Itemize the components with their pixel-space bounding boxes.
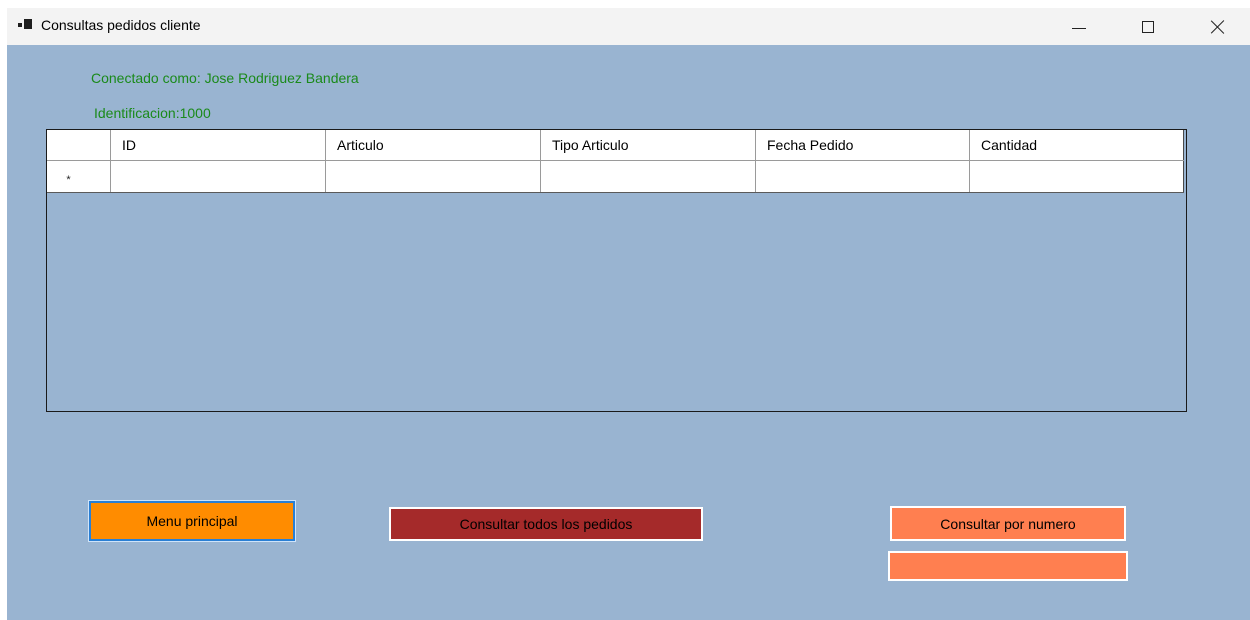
new-row-cell-id[interactable] <box>111 161 326 192</box>
order-number-input[interactable] <box>888 551 1128 581</box>
form-window: Consultas pedidos cliente Conectado como… <box>7 8 1250 620</box>
new-row-header[interactable]: * <box>47 161 111 192</box>
column-header-articulo[interactable]: Articulo <box>326 130 541 160</box>
main-menu-button[interactable]: Menu principal <box>88 500 296 542</box>
column-header-cantidad[interactable]: Cantidad <box>970 130 1184 160</box>
new-row-cell-tipo-articulo[interactable] <box>541 161 756 192</box>
maximize-button[interactable] <box>1125 8 1171 45</box>
column-header-id[interactable]: ID <box>111 130 326 160</box>
new-row-cell-articulo[interactable] <box>326 161 541 192</box>
query-by-number-button[interactable]: Consultar por numero <box>890 506 1126 541</box>
connected-as-label: Conectado como: Jose Rodriguez Bandera <box>91 70 359 86</box>
query-all-orders-button[interactable]: Consultar todos los pedidos <box>389 507 703 541</box>
new-row-cell-cantidad[interactable] <box>970 161 1184 192</box>
minimize-icon <box>1072 28 1086 29</box>
new-row-marker-icon: * <box>66 173 71 186</box>
maximize-icon <box>1142 20 1154 33</box>
column-header-tipo-articulo[interactable]: Tipo Articulo <box>541 130 756 160</box>
title-bar[interactable]: Consultas pedidos cliente <box>7 8 1250 45</box>
row-header-corner[interactable] <box>47 130 111 160</box>
identification-label: Identificacion:1000 <box>94 105 211 121</box>
minimize-button[interactable] <box>1056 8 1102 45</box>
new-row-cell-fecha-pedido[interactable] <box>756 161 970 192</box>
close-button[interactable] <box>1195 8 1241 45</box>
orders-grid[interactable]: ID Articulo Tipo Articulo Fecha Pedido C… <box>46 129 1187 412</box>
close-icon <box>1211 20 1225 34</box>
app-icon <box>18 19 32 31</box>
column-header-fecha-pedido[interactable]: Fecha Pedido <box>756 130 970 160</box>
grid-new-row[interactable]: * <box>47 161 1184 193</box>
window-title: Consultas pedidos cliente <box>41 17 201 33</box>
grid-header-row: ID Articulo Tipo Articulo Fecha Pedido C… <box>47 130 1184 161</box>
